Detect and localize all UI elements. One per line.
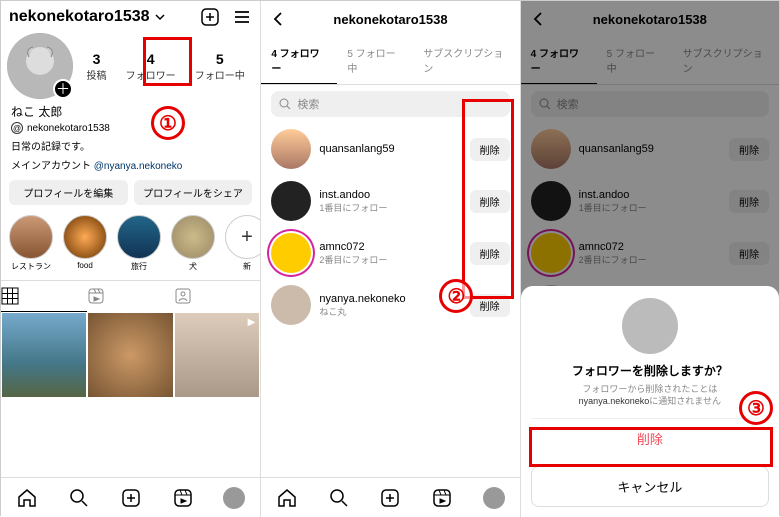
tab-followers[interactable]: 4 フォロワー bbox=[261, 37, 337, 84]
threads-link[interactable]: @ nekonekotaro1538 bbox=[1, 120, 260, 136]
panel-profile: nekonekotaro1538 ＋ 3 投稿 4 フォロワー 5 フォロー中 bbox=[1, 1, 260, 517]
nav-create-icon[interactable] bbox=[379, 487, 401, 509]
remove-button[interactable]: 削除 bbox=[470, 242, 510, 265]
tab-following[interactable]: 5 フォロー中 bbox=[337, 37, 413, 84]
username: nekonekotaro1538 bbox=[9, 8, 150, 26]
highlight-item[interactable]: food bbox=[63, 215, 107, 270]
username-dropdown[interactable]: nekonekotaro1538 bbox=[9, 8, 166, 26]
cancel-button[interactable]: キャンセル bbox=[531, 466, 769, 507]
panel-confirm: nekonekotaro1538 4 フォロワー 5 フォロー中 サブスクリプシ… bbox=[520, 1, 779, 517]
sheet-title: フォロワーを削除しますか？ bbox=[531, 362, 769, 379]
user-avatar[interactable] bbox=[271, 233, 311, 273]
reel-badge-icon: ▶ bbox=[248, 317, 256, 328]
sheet-description: フォロワーから削除されたことは nyanya.nekonekoに通知されません bbox=[531, 383, 769, 408]
bottom-nav bbox=[1, 477, 260, 517]
back-icon[interactable] bbox=[269, 10, 287, 28]
main-account-link[interactable]: @nyanya.nekoneko bbox=[94, 161, 183, 172]
nav-reels-icon[interactable] bbox=[431, 487, 453, 509]
nav-create-icon[interactable] bbox=[120, 487, 142, 509]
share-profile-button[interactable]: プロフィールをシェア bbox=[134, 180, 253, 205]
remove-button[interactable]: 削除 bbox=[470, 138, 510, 161]
highlights-row[interactable]: レストラン food 旅行 犬 +新 bbox=[1, 211, 260, 276]
stat-followers[interactable]: 4 フォロワー bbox=[126, 51, 176, 82]
remove-button[interactable]: 削除 bbox=[470, 190, 510, 213]
display-name: ねこ 太郎 bbox=[1, 99, 260, 120]
header-title: nekonekotaro1538 bbox=[333, 12, 447, 27]
nav-profile-icon[interactable] bbox=[483, 487, 505, 509]
stat-following[interactable]: 5 フォロー中 bbox=[195, 51, 245, 82]
nav-reels-icon[interactable] bbox=[172, 487, 194, 509]
bottom-nav bbox=[261, 477, 519, 517]
highlight-item[interactable]: 犬 bbox=[171, 215, 215, 272]
sheet-avatar bbox=[622, 298, 678, 354]
create-post-icon[interactable] bbox=[200, 7, 220, 27]
tab-reels[interactable] bbox=[87, 281, 173, 312]
threads-icon: @ bbox=[11, 122, 23, 134]
post-thumb[interactable]: ▶ bbox=[174, 312, 260, 398]
menu-icon[interactable] bbox=[232, 7, 252, 27]
follower-row[interactable]: amnc0722番目にフォロー 削除 bbox=[261, 227, 519, 279]
post-thumb[interactable] bbox=[1, 312, 87, 398]
tab-subscriptions[interactable]: サブスクリプション bbox=[413, 37, 519, 84]
nav-home-icon[interactable] bbox=[16, 487, 38, 509]
user-avatar[interactable] bbox=[271, 285, 311, 325]
search-input[interactable]: 検索 bbox=[271, 91, 509, 117]
highlight-item[interactable]: レストラン bbox=[9, 215, 53, 272]
profile-avatar[interactable]: ＋ bbox=[7, 33, 73, 99]
highlight-new[interactable]: +新 bbox=[225, 215, 260, 272]
nav-search-icon[interactable] bbox=[68, 487, 90, 509]
follower-row[interactable]: nyanya.nekonekoねこ丸 削除 bbox=[261, 279, 519, 331]
panel-followers: nekonekotaro1538 4 フォロワー 5 フォロー中 サブスクリプシ… bbox=[260, 1, 519, 517]
highlight-item[interactable]: 旅行 bbox=[117, 215, 161, 272]
search-icon bbox=[279, 98, 291, 110]
tab-tagged[interactable] bbox=[174, 281, 260, 312]
tab-grid[interactable] bbox=[1, 281, 87, 312]
confirm-delete-button[interactable]: 削除 bbox=[531, 418, 769, 458]
post-thumb[interactable] bbox=[87, 312, 173, 398]
bio: 日常の記録です。 bbox=[1, 136, 260, 155]
follower-row[interactable]: quansanlang59 削除 bbox=[261, 123, 519, 175]
chevron-down-icon bbox=[154, 11, 166, 23]
edit-profile-button[interactable]: プロフィールを編集 bbox=[9, 180, 128, 205]
nav-home-icon[interactable] bbox=[276, 487, 298, 509]
follower-row[interactable]: inst.andoo1番目にフォロー 削除 bbox=[261, 175, 519, 227]
stat-posts[interactable]: 3 投稿 bbox=[87, 51, 107, 82]
main-account: メインアカウント @nyanya.nekoneko bbox=[1, 155, 260, 174]
add-story-icon[interactable]: ＋ bbox=[53, 79, 73, 99]
nav-profile-icon[interactable] bbox=[223, 487, 245, 509]
remove-button[interactable]: 削除 bbox=[470, 294, 510, 317]
confirm-sheet: フォロワーを削除しますか？ フォロワーから削除されたことは nyanya.nek… bbox=[521, 286, 779, 517]
user-avatar[interactable] bbox=[271, 181, 311, 221]
nav-search-icon[interactable] bbox=[328, 487, 350, 509]
user-avatar[interactable] bbox=[271, 129, 311, 169]
